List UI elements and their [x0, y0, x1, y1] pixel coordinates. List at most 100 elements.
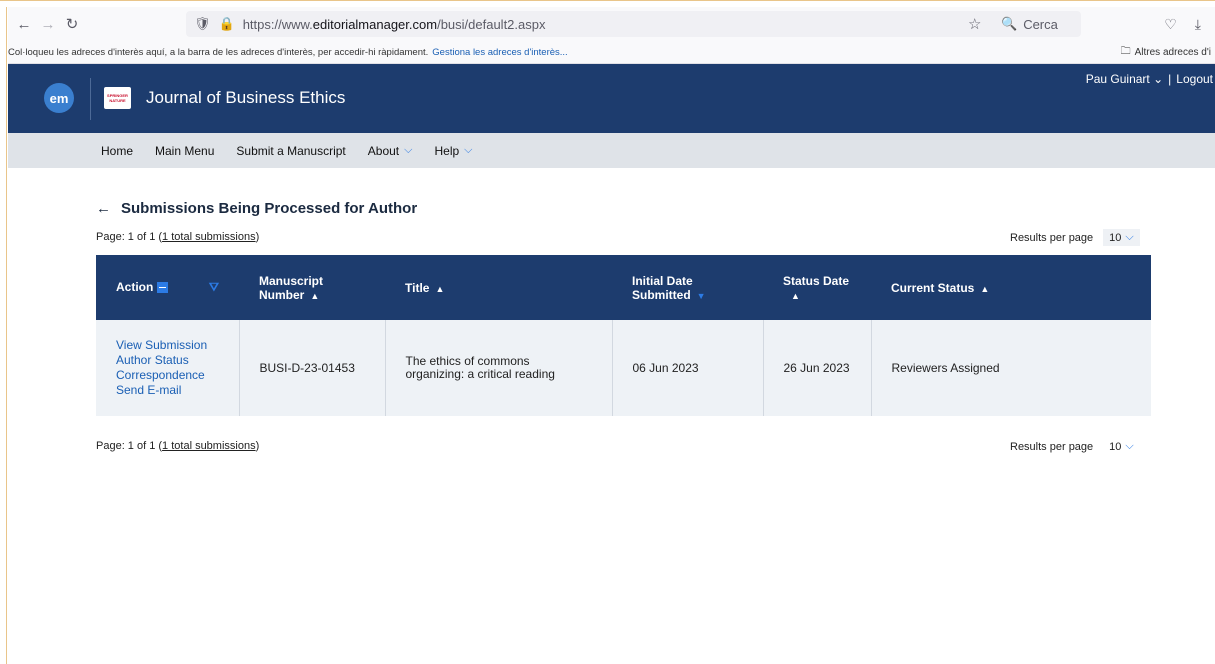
- search-placeholder: Cerca: [1023, 16, 1058, 32]
- nav-submit-label: Submit a Manuscript: [236, 143, 346, 158]
- col-manuscript-number[interactable]: Manuscript Number ▲: [239, 255, 385, 320]
- page-title: Submissions Being Processed for Author: [121, 200, 418, 217]
- results-per-page-label: Results per page: [1010, 231, 1094, 244]
- correspondence-link[interactable]: Correspondence: [116, 368, 219, 383]
- url-path: /busi/default2.aspx: [437, 16, 546, 32]
- pocket-icon[interactable]: ♡: [1164, 16, 1177, 33]
- shield-icon[interactable]: 🛡: [194, 16, 211, 32]
- pager-prefix: Page: 1 of 1 (: [96, 440, 163, 452]
- pager-top: Page: 1 of 1 (1 total submissions): [96, 231, 259, 243]
- results-per-page-select[interactable]: 10 ⌵: [1103, 438, 1140, 455]
- initial-date-cell: 06 Jun 2023: [612, 320, 764, 416]
- bookmarks-hint: Col·loqueu les adreces d'interès aquí, a…: [8, 46, 429, 58]
- reload-icon[interactable]: ↻: [60, 12, 84, 36]
- user-separator: |: [1168, 72, 1172, 86]
- pager-bottom: Page: 1 of 1 (1 total submissions): [96, 440, 259, 452]
- title-cell: The ethics of commons organizing: a crit…: [385, 320, 613, 416]
- publisher-line2: NATURE: [109, 98, 126, 103]
- back-arrow-icon[interactable]: ←: [12, 12, 36, 36]
- sort-down-icon: ▼: [696, 290, 706, 301]
- search-icon: 🔍: [1001, 16, 1018, 31]
- col-action: Action ⛛: [96, 255, 239, 320]
- col-title-label: Title: [405, 280, 430, 295]
- author-status-link[interactable]: Author Status: [116, 353, 219, 368]
- row-actions: View Submission Author Status Correspond…: [96, 320, 240, 416]
- pager-suffix: ): [255, 231, 260, 243]
- manage-bookmarks-link[interactable]: Gestiona les adreces d'interès...: [432, 47, 567, 58]
- toolbar-right-icons: ♡ ⤓: [1164, 16, 1201, 33]
- col-initial-date-label-1: Initial Date: [632, 273, 693, 288]
- pager-prefix: Page: 1 of 1 (: [96, 231, 163, 243]
- col-initial-date[interactable]: Initial Date Submitted ▼: [612, 255, 763, 320]
- collapse-icon[interactable]: [157, 282, 169, 294]
- user-area: Pau Guinart ⌄ | Logout: [1086, 72, 1213, 86]
- total-submissions-link[interactable]: 1 total submissions: [162, 440, 256, 452]
- main-nav: Home Main Menu Submit a Manuscript About…: [8, 133, 1215, 168]
- address-bar[interactable]: 🛡 🔒 https://www. editorialmanager.com/bus…: [186, 11, 1081, 37]
- clear-filter-icon[interactable]: ⛛: [209, 280, 219, 295]
- header-divider: [90, 78, 91, 120]
- url-domain: editorialmanager.com: [312, 16, 438, 32]
- results-per-page-value: 10: [1109, 231, 1122, 244]
- chevron-down-icon: ⌵: [1125, 231, 1134, 243]
- bookmark-star-icon[interactable]: ☆: [968, 15, 981, 33]
- back-arrow-icon[interactable]: ←: [96, 200, 111, 217]
- col-action-label: Action: [116, 280, 154, 294]
- col-initial-date-label-2: Submitted: [632, 287, 691, 302]
- total-submissions-link[interactable]: 1 total submissions: [162, 231, 256, 243]
- springer-nature-logo: SPRINGER NATURE: [104, 87, 131, 109]
- manuscript-number-cell: BUSI-D-23-01453: [239, 320, 386, 416]
- sort-up-icon: ▲: [980, 283, 990, 294]
- col-title[interactable]: Title ▲: [385, 255, 612, 320]
- send-email-link[interactable]: Send E-mail: [116, 383, 219, 398]
- site-header: em SPRINGER NATURE Journal of Business E…: [8, 64, 1215, 133]
- user-name: Pau Guinart: [1085, 72, 1150, 86]
- url-prefix: https://www.: [242, 16, 313, 32]
- logout-link[interactable]: Logout: [1176, 72, 1213, 86]
- col-status-date-label: Status Date: [783, 273, 850, 288]
- nav-main-menu[interactable]: Main Menu: [155, 144, 214, 158]
- bookmarks-bar: Col·loqueu les adreces d'interès aquí, a…: [8, 41, 1215, 64]
- nav-main-menu-label: Main Menu: [155, 143, 215, 158]
- sort-up-icon: ▲: [791, 290, 800, 301]
- nav-help[interactable]: Help ⌵: [434, 144, 472, 158]
- status-date-cell: 26 Jun 2023: [763, 320, 872, 416]
- view-submission-link[interactable]: View Submission: [116, 338, 219, 353]
- nav-home-label: Home: [101, 143, 134, 158]
- results-per-page-value: 10: [1109, 440, 1122, 453]
- chevron-down-icon: ⌵: [464, 144, 473, 156]
- col-current-status[interactable]: Current Status ▲: [871, 255, 1151, 320]
- chevron-down-icon: ⌵: [1125, 440, 1134, 452]
- other-bookmarks-label: Altres adreces d'i: [1134, 46, 1211, 58]
- sort-up-icon: ▲: [310, 290, 320, 301]
- user-menu[interactable]: Pau Guinart ⌄: [1086, 72, 1163, 86]
- download-icon[interactable]: ⤓: [1195, 16, 1201, 33]
- nav-home[interactable]: Home: [101, 144, 133, 158]
- current-status-cell: Reviewers Assigned: [871, 320, 1151, 416]
- nav-help-label: Help: [434, 143, 460, 158]
- chevron-down-icon: ⌵: [404, 144, 413, 156]
- other-bookmarks[interactable]: 🗀 Altres adreces d'i: [1121, 44, 1211, 61]
- window-frame-left: [0, 7, 7, 664]
- col-current-status-label: Current Status: [891, 280, 975, 295]
- page-heading: ← Submissions Being Processed for Author: [96, 200, 417, 217]
- results-per-page-label: Results per page: [1010, 440, 1094, 453]
- submissions-table: Action ⛛ Manuscript Number ▲ Title ▲ Initi…: [96, 255, 1151, 416]
- results-per-page-select[interactable]: 10 ⌵: [1103, 229, 1140, 246]
- pager-suffix: ): [255, 440, 260, 452]
- chevron-down-icon: ⌄: [1153, 72, 1164, 86]
- em-logo[interactable]: em: [44, 83, 74, 113]
- col-manuscript-label-2: Number: [259, 287, 305, 302]
- window-frame-top: [0, 0, 1215, 7]
- col-status-date[interactable]: Status Date ▲: [763, 255, 871, 320]
- journal-title: Journal of Business Ethics: [146, 88, 346, 107]
- nav-about[interactable]: About ⌵: [368, 144, 413, 158]
- forward-arrow-icon[interactable]: →: [36, 12, 60, 36]
- browser-toolbar: ← → ↻ 🛡 🔒 https://www. editorialmanager.c…: [8, 7, 1215, 41]
- folder-icon: 🗀: [1120, 45, 1131, 57]
- sort-up-icon: ▲: [435, 283, 445, 294]
- results-per-page-top: Results per page 10 ⌵: [1010, 229, 1140, 246]
- lock-icon[interactable]: 🔒: [219, 16, 235, 32]
- nav-submit-manuscript[interactable]: Submit a Manuscript: [236, 144, 345, 158]
- table-row: View Submission Author Status Correspond…: [96, 320, 1151, 416]
